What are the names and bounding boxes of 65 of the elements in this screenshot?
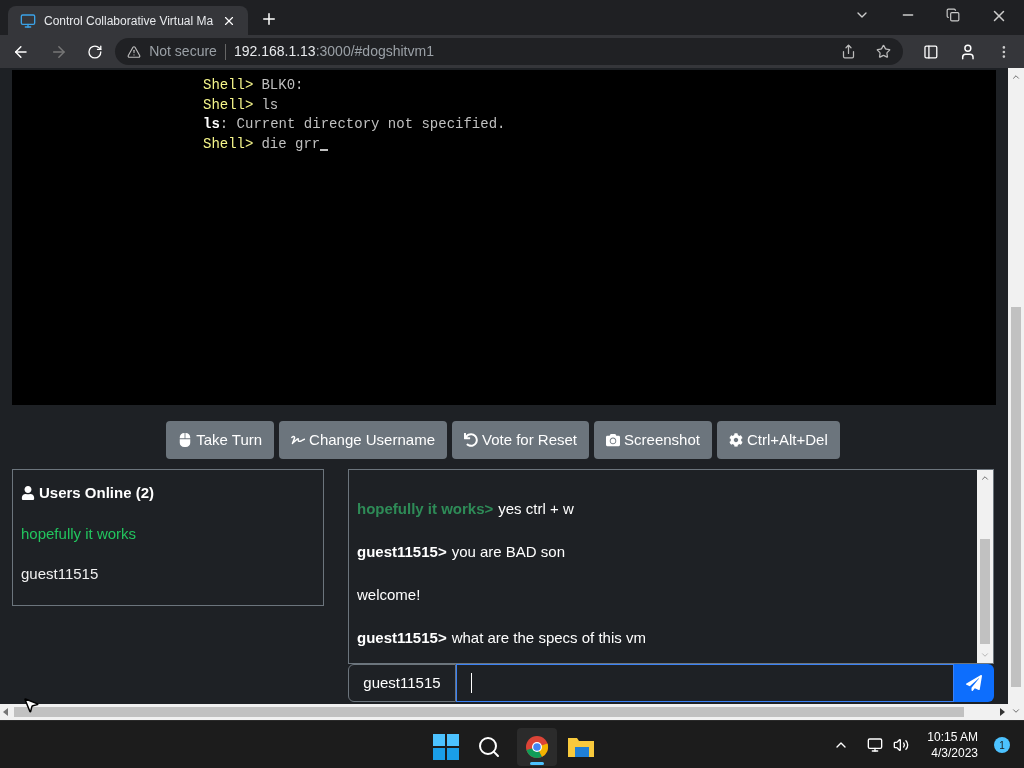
notification-badge[interactable]: 1 xyxy=(994,737,1010,753)
vm-screen[interactable]: Shell> BLK0: Shell> ls ls: Current directory not specified. Shell> die grr xyxy=(12,70,996,405)
signature-icon xyxy=(291,433,306,447)
chat-message: you are BAD son xyxy=(451,541,566,562)
network-icon[interactable] xyxy=(867,737,884,753)
clock[interactable]: 10:15 AM 4/3/2023 xyxy=(927,729,978,761)
chat-message: what are the specs of this vm xyxy=(451,628,646,648)
browser-taskbar-button[interactable] xyxy=(517,728,557,766)
folder-icon[interactable] xyxy=(567,735,595,759)
scroll-down-icon[interactable] xyxy=(1011,706,1021,716)
browser-tab[interactable]: Control Collaborative Virtual Ma xyxy=(8,6,248,35)
user-name: hopefully it works xyxy=(21,523,137,544)
chat-username: guest11515> xyxy=(357,628,447,648)
mouse-pointer-icon xyxy=(22,696,40,714)
terminal-text: ls xyxy=(261,95,279,115)
mouse-icon xyxy=(178,433,193,447)
warning-icon xyxy=(127,44,142,59)
tab-title: Control Collaborative Virtual Ma xyxy=(44,12,214,30)
volume-icon[interactable] xyxy=(893,737,910,753)
username-label: guest11515 xyxy=(348,664,456,702)
browser-logo-icon xyxy=(525,735,549,759)
url-text: 192.168.1.13:3000/#dogshitvm1 xyxy=(233,42,434,61)
vertical-scrollbar[interactable] xyxy=(1008,68,1024,720)
chat-username: guest11515> xyxy=(357,541,447,562)
restore-icon[interactable] xyxy=(946,8,960,22)
chat-username: hopefully it works> xyxy=(357,499,494,519)
security-label: Not secure xyxy=(149,42,217,61)
scrollbar-thumb[interactable] xyxy=(14,707,964,717)
shell-prompt: Shell> xyxy=(203,95,254,115)
monitor-icon xyxy=(20,12,36,29)
user-icon xyxy=(21,486,35,501)
undo-icon xyxy=(464,433,478,447)
new-tab-icon[interactable] xyxy=(260,10,278,28)
chat-message: yes ctrl + w xyxy=(498,499,574,519)
scrollbar-thumb[interactable] xyxy=(1011,307,1021,687)
scroll-up-icon[interactable] xyxy=(1011,72,1021,82)
action-button[interactable]: Take Turn xyxy=(166,421,275,459)
reload-icon[interactable] xyxy=(87,43,104,60)
star-icon[interactable] xyxy=(875,44,891,59)
scrollbar-thumb[interactable] xyxy=(980,539,990,644)
chat-scrollbar[interactable] xyxy=(977,470,993,663)
action-button[interactable]: Screenshot xyxy=(594,421,712,459)
camera-icon xyxy=(606,433,621,447)
users-title: Users Online (2) xyxy=(39,483,155,503)
message-input[interactable] xyxy=(456,664,954,702)
paper-plane-icon xyxy=(966,675,982,691)
terminal-text: ls: Current directory not specified. xyxy=(203,116,506,132)
share-icon[interactable] xyxy=(840,44,856,59)
shell-prompt: Shell> xyxy=(203,134,254,154)
text-cursor xyxy=(320,149,329,151)
terminal-text: die grr xyxy=(261,134,321,154)
terminal-text: BLK0: xyxy=(261,76,304,95)
side-panel-icon[interactable] xyxy=(922,43,939,60)
action-button[interactable]: Ctrl+Alt+Del xyxy=(716,421,840,459)
action-button[interactable]: Vote for Reset xyxy=(452,421,590,459)
user-name: guest11515 xyxy=(21,564,99,584)
start-icon[interactable] xyxy=(433,734,459,760)
shell-prompt: Shell> xyxy=(203,76,254,95)
search-icon[interactable] xyxy=(477,735,501,759)
scroll-up-icon[interactable] xyxy=(980,473,990,483)
address-bar[interactable]: Not secure 192.168.1.13:3000/#dogshitvm1 xyxy=(115,38,903,65)
action-button[interactable]: Change Username xyxy=(279,421,447,459)
gear-icon xyxy=(728,433,743,447)
send-button[interactable] xyxy=(954,664,994,702)
chat-message: welcome! xyxy=(357,586,421,603)
